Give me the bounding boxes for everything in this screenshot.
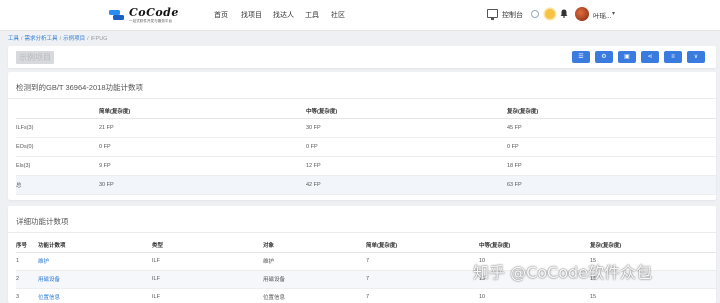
logo-subtitle: 一站式软件开发与服务平台 bbox=[129, 19, 173, 23]
table-cell: 7 bbox=[366, 270, 479, 289]
row-label: Els(3) bbox=[16, 156, 99, 176]
table-header-row: 序号 功能计数项 类型 对象 简单(复杂度) 中等(复杂度) 复杂(复杂度) bbox=[16, 238, 716, 253]
table-cell: 7 bbox=[366, 252, 479, 271]
table-cell: 30 FP bbox=[99, 175, 306, 195]
column-header: 简单(复杂度) bbox=[99, 104, 306, 119]
table-cell: 15 bbox=[590, 288, 716, 303]
list-button[interactable]: ☰ bbox=[572, 51, 590, 63]
column-header: 简单(复杂度) bbox=[366, 238, 479, 253]
nav-find-talent[interactable]: 找达人 bbox=[273, 10, 294, 20]
table-cell: ILF bbox=[152, 288, 263, 303]
row-index: 2 bbox=[16, 270, 38, 289]
table-row: Els(3) 9 FP 12 FP 18 FP bbox=[16, 156, 716, 176]
table-cell: ILF bbox=[152, 252, 263, 271]
user-name[interactable]: 叶瑶... bbox=[593, 10, 611, 20]
table-cell: 12 FP bbox=[306, 156, 507, 176]
table-cell: 30 FP bbox=[306, 118, 507, 138]
breadcrumb-tools[interactable]: 工具 bbox=[8, 36, 19, 42]
filter-button[interactable]: ≡ bbox=[664, 51, 682, 63]
column-header: 功能计数项 bbox=[38, 238, 152, 253]
console-link[interactable]: 控制台 bbox=[502, 10, 523, 20]
table-cell: 42 FP bbox=[306, 175, 507, 195]
row-label: ILFs(3) bbox=[16, 118, 99, 138]
table-cell: 7 bbox=[366, 288, 479, 303]
column-header bbox=[16, 104, 99, 119]
column-header: 类型 bbox=[152, 238, 263, 253]
bell-icon[interactable] bbox=[560, 9, 568, 18]
monitor-icon[interactable] bbox=[487, 9, 498, 20]
share-button[interactable]: ⋖ bbox=[641, 51, 659, 63]
window-button[interactable]: ▣ bbox=[618, 51, 636, 63]
column-header: 序号 bbox=[16, 238, 38, 253]
divider bbox=[8, 98, 716, 99]
table-row: 3 位置信息 ILF 位置信息 7 10 15 bbox=[16, 288, 716, 303]
table-row: EOs(0) 0 FP 0 FP 0 FP bbox=[16, 137, 716, 157]
watermark: 知乎 @CoCode软件众包 bbox=[473, 263, 653, 282]
table-cell: 18 FP bbox=[507, 156, 716, 176]
nav-find-project[interactable]: 找项目 bbox=[241, 10, 262, 20]
column-header: 中等(复杂度) bbox=[479, 238, 590, 253]
list-icon: ☰ bbox=[578, 54, 584, 60]
table-cell: 9 FP bbox=[99, 156, 306, 176]
row-index: 1 bbox=[16, 252, 38, 271]
theme-toggle-icon[interactable] bbox=[531, 10, 539, 18]
row-index: 3 bbox=[16, 288, 38, 303]
window-icon: ▣ bbox=[624, 54, 630, 60]
function-item-link[interactable]: 位置信息 bbox=[38, 288, 152, 303]
table-header-row: 简单(复杂度) 中等(复杂度) 复杂(复杂度) bbox=[16, 104, 716, 119]
column-header: 复杂(复杂度) bbox=[507, 104, 716, 119]
table-cell: 45 FP bbox=[507, 118, 716, 138]
table-cell: 位置信息 bbox=[263, 288, 366, 303]
column-header: 复杂(复杂度) bbox=[590, 238, 716, 253]
nav-community[interactable]: 社区 bbox=[331, 10, 345, 20]
summary-title: 检测到的GB/T 36964-2018功能计数项 bbox=[16, 83, 143, 92]
summary-table: 简单(复杂度) 中等(复杂度) 复杂(复杂度) ILFs(3) 21 FP 30… bbox=[16, 104, 716, 195]
title-bar: 示例项目 ☰ ⚙ ▣ ⋖ ≡ ∨ bbox=[8, 46, 716, 68]
chevron-down-icon[interactable]: ▾ bbox=[612, 10, 615, 17]
table-cell: 21 FP bbox=[99, 118, 306, 138]
row-label: EOs(0) bbox=[16, 137, 99, 157]
page-title: 示例项目 bbox=[16, 51, 54, 64]
avatar[interactable] bbox=[575, 7, 589, 21]
cocode-logo-icon bbox=[109, 10, 124, 20]
coin-icon[interactable] bbox=[545, 9, 555, 19]
logo-text: CoCode bbox=[129, 6, 179, 19]
table-cell: 维护 bbox=[263, 252, 366, 271]
chevron-down-icon: ∨ bbox=[693, 54, 699, 60]
table-cell: 63 FP bbox=[507, 175, 716, 195]
detail-card: 详细功能计数项 序号 功能计数项 类型 对象 简单(复杂度) 中等(复杂度) 复… bbox=[8, 206, 716, 303]
sliders-icon: ≡ bbox=[671, 54, 675, 60]
summary-card: 检测到的GB/T 36964-2018功能计数项 简单(复杂度) 中等(复杂度)… bbox=[8, 72, 716, 200]
table-cell: ILF bbox=[152, 270, 263, 289]
function-item-link[interactable]: 维护 bbox=[38, 252, 152, 271]
column-header: 对象 bbox=[263, 238, 366, 253]
row-label: 总 bbox=[16, 175, 99, 195]
settings-button[interactable]: ⚙ bbox=[595, 51, 613, 63]
gear-icon: ⚙ bbox=[601, 54, 607, 60]
breadcrumb-requirement-tool[interactable]: 需求分析工具 bbox=[25, 36, 58, 42]
breadcrumb: 工具 / 需求分析工具 / 示例项目 / IFPUG bbox=[8, 36, 108, 42]
total-row: 总 30 FP 42 FP 63 FP bbox=[16, 175, 716, 195]
nav-home[interactable]: 首页 bbox=[214, 10, 228, 20]
table-row: ILFs(3) 21 FP 30 FP 45 FP bbox=[16, 118, 716, 138]
column-header: 中等(复杂度) bbox=[306, 104, 507, 119]
table-cell: 0 FP bbox=[99, 137, 306, 157]
breadcrumb-current: IFPUG bbox=[90, 36, 108, 42]
divider bbox=[8, 232, 716, 233]
share-icon: ⋖ bbox=[647, 54, 653, 60]
table-cell: 0 FP bbox=[306, 137, 507, 157]
table-cell: 用磁设备 bbox=[263, 270, 366, 289]
table-cell: 10 bbox=[479, 288, 590, 303]
nav-tools[interactable]: 工具 bbox=[305, 10, 319, 20]
detail-title: 详细功能计数项 bbox=[16, 217, 69, 226]
more-button[interactable]: ∨ bbox=[687, 51, 705, 63]
function-item-link[interactable]: 用磁设备 bbox=[38, 270, 152, 289]
table-cell: 0 FP bbox=[507, 137, 716, 157]
breadcrumb-sample-project[interactable]: 示例项目 bbox=[63, 36, 85, 42]
top-nav: CoCode 一站式软件开发与服务平台 首页 找项目 找达人 工具 社区 控制台… bbox=[0, 0, 720, 31]
